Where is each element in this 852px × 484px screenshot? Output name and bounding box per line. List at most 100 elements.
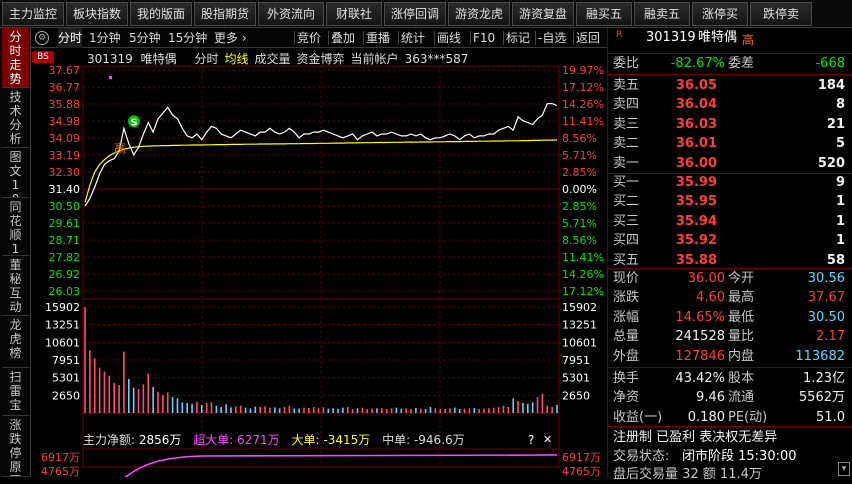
top-button-1[interactable]: 板块指数: [66, 2, 128, 26]
bid-row[interactable]: 买四 35.92 1: [608, 231, 852, 250]
top-button-4[interactable]: 外资流向: [258, 2, 324, 26]
chart-tool-6[interactable]: 叠加: [331, 28, 355, 48]
stat-value: 43.42%: [675, 371, 725, 386]
stat-label: 总量: [613, 329, 640, 345]
footer2-label: 交易状态:: [613, 449, 670, 464]
chart-tool-13[interactable]: 返回: [576, 28, 600, 48]
bid-row[interactable]: 买一 35.99 9: [608, 173, 852, 192]
chart-tool-4[interactable]: 更多 ›: [214, 28, 247, 48]
stat-value: 9.46: [696, 390, 725, 406]
bid-row[interactable]: 买三 35.94 1: [608, 212, 852, 231]
pct-tick-label: 11.41%: [562, 115, 604, 128]
high-marker-text: 高: [114, 140, 126, 155]
left-tab-label: 图文10: [9, 150, 22, 197]
bid-volume: 1: [835, 233, 845, 249]
settings-icon[interactable]: ⚙: [35, 31, 49, 45]
chart-tool-12[interactable]: -自选: [538, 28, 566, 48]
top-button-11[interactable]: 涨停买: [692, 2, 748, 26]
quote-tag: 高: [742, 33, 755, 47]
ask-volume: 5: [835, 136, 845, 152]
stat-value: 241528: [675, 329, 725, 345]
chart-toolbar: ⚙ 分时 1分钟 5分钟 15分钟 更多 › 竞价 叠加 重播 统计 画线 F10 标记 -自选 返回: [31, 28, 607, 48]
chart-tool-2[interactable]: 5分钟: [129, 28, 161, 48]
bid-price: 35.92: [675, 233, 717, 249]
ask-row[interactable]: 卖五 36.05 184: [608, 76, 852, 95]
chart-tool-3[interactable]: 15分钟: [168, 28, 207, 48]
toolbar-divider: [470, 31, 471, 45]
top-button-9[interactable]: 融买五: [576, 2, 632, 26]
fund-tick-label: 6917万: [562, 451, 601, 464]
chart-tool-5[interactable]: 竞价: [297, 28, 321, 48]
ask-row[interactable]: 卖四 36.04 8: [608, 95, 852, 114]
price-line: [84, 103, 558, 207]
chart-tool-10[interactable]: F10: [473, 28, 495, 48]
chart-tool-0[interactable]: 分时: [58, 28, 83, 48]
price-tick-label: 30.50: [49, 200, 81, 213]
fund-large-label: 大单:: [291, 433, 320, 447]
stat-row: 涨幅 14.65% 最低 30.50: [608, 308, 852, 327]
pct-tick-label: 14.26%: [562, 98, 604, 111]
stat-label: 收益(一): [613, 409, 663, 425]
toolbar-divider: [294, 31, 295, 45]
left-tab-3[interactable]: 同花顺10: [2, 198, 29, 256]
close-icon[interactable]: ✕: [543, 431, 552, 449]
bid-row[interactable]: 买二 35.95 1: [608, 192, 852, 211]
help-icon[interactable]: ?: [528, 431, 534, 449]
pct-tick-label: 2.85%: [562, 200, 597, 213]
top-button-7[interactable]: 游资龙虎: [448, 2, 510, 26]
top-button-10[interactable]: 融卖五: [634, 2, 690, 26]
top-button-2[interactable]: 我的版面: [130, 2, 192, 26]
stat-row: 收益(一) 0.180 PE(动) 51.0: [608, 408, 852, 427]
bid-volume: 58: [826, 252, 845, 268]
fund-flow-bar: 主力净额: 2856万 超大单: 6271万 大单: -3415万 中单: -9…: [83, 431, 559, 449]
quote-name: 唯特偶: [698, 30, 738, 45]
price-tick-label: 32.30: [49, 166, 81, 179]
stat-label: 涨幅: [613, 309, 640, 325]
top-button-6[interactable]: 涨停回调: [384, 2, 446, 26]
stat-row: 换手 43.42% 股本 1.23亿: [608, 369, 852, 388]
chart-tool-1[interactable]: 1分钟: [89, 28, 121, 48]
left-tab-5[interactable]: 龙虎榜: [2, 316, 29, 368]
toolbar-divider: [535, 31, 536, 45]
price-tick-label: 35.88: [49, 98, 81, 111]
volume-tick-label: 5301: [52, 372, 80, 385]
top-button-8[interactable]: 游资复盘: [512, 2, 574, 26]
top-button-0[interactable]: 主力监控: [2, 2, 64, 26]
left-tab-6[interactable]: 扫雷宝: [2, 368, 29, 416]
chart-tool-9[interactable]: 画线: [437, 28, 461, 48]
left-tab-4[interactable]: 董秘互动: [2, 256, 29, 316]
pct-tick-label: 17.12%: [562, 285, 604, 298]
volume-tick-label: 2650: [562, 389, 590, 402]
left-tab-7[interactable]: 涨跌停原因: [2, 416, 29, 477]
stat-label: 量比: [728, 329, 755, 345]
footer1-text: 注册制 已盈利 表决权无差异: [613, 430, 778, 445]
top-button-5[interactable]: 财联社: [326, 2, 382, 26]
stat-label: PE(动): [728, 409, 768, 425]
stat-value: 1.23亿: [803, 371, 845, 386]
stat-value: 37.67: [807, 290, 845, 306]
stat-row: 总量 241528 量比 2.17: [608, 327, 852, 346]
ask-row[interactable]: 卖三 36.03 21: [608, 115, 852, 134]
chart-tool-8[interactable]: 统计: [401, 28, 425, 48]
ask-label: 卖三: [613, 116, 640, 132]
ask-row[interactable]: 卖一 36.00 520: [608, 154, 852, 173]
left-tab-1[interactable]: 技术分析: [2, 88, 29, 148]
left-tab-2[interactable]: 图文10: [2, 148, 29, 198]
chart-tool-11[interactable]: 标记: [506, 28, 530, 48]
bid-volume: 1: [835, 194, 845, 210]
bid-row[interactable]: 买五 35.88 58: [608, 251, 852, 270]
ask-row[interactable]: 卖二 36.01 5: [608, 134, 852, 153]
bid-label: 买五: [613, 252, 640, 268]
stat-label: 现价: [613, 271, 640, 286]
left-tab-0[interactable]: 分时走势: [2, 28, 29, 88]
top-button-3[interactable]: 股指期货: [194, 2, 256, 26]
top-button-12[interactable]: 跌停卖: [750, 2, 812, 26]
intraday-chart[interactable]: 37.67 19.97% 36.77 17.12% 35.88 14.26% 34.98 11…: [31, 48, 607, 477]
ask-label: 卖五: [613, 78, 640, 93]
sell-marker-text: S: [130, 117, 137, 128]
footer2-value: 闭市阶段 15:30:00: [682, 449, 797, 464]
chart-tool-7[interactable]: 重播: [366, 28, 390, 48]
stat-value: 30.56: [807, 271, 845, 286]
toolbar-divider: [328, 31, 329, 45]
scroll-handle[interactable]: ▾: [838, 462, 850, 476]
